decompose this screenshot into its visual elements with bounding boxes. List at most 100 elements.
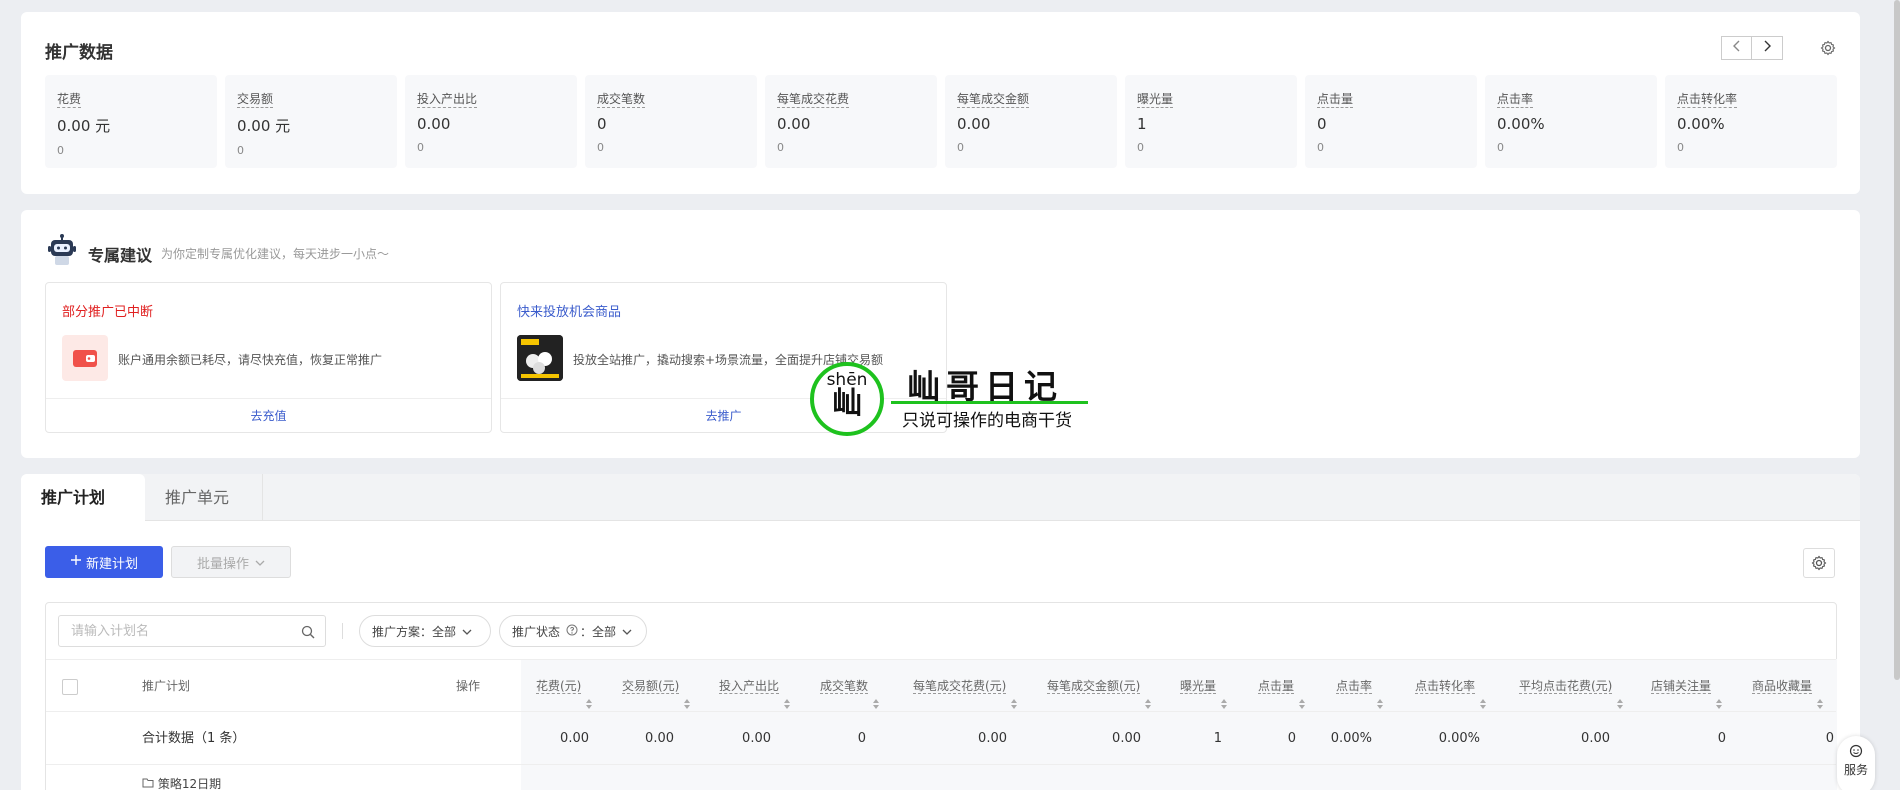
metric-value: 0.00 <box>417 115 451 133</box>
col-avg-cpc[interactable]: 平均点击花费(元) <box>1519 660 1624 713</box>
table-row-total: 合计数据（1 条） 0.00 0.00 0.00 0 0.00 0.00 1 0 0.00% 0.… <box>46 712 1836 765</box>
sort-icon[interactable] <box>683 680 691 709</box>
settings-gear-icon[interactable] <box>1816 36 1840 60</box>
column-label: 花费(元) <box>536 679 582 694</box>
chevron-left-icon <box>1732 40 1741 56</box>
col-orders[interactable]: 成交笔数 <box>820 660 880 713</box>
batch-actions-label: 批量操作 <box>196 556 249 572</box>
advice-subtitle: 为你定制专属优化建议，每天进步一小点～ <box>161 247 390 261</box>
metric-label[interactable]: 每笔成交金额 <box>957 92 1030 108</box>
metric-value: 1 <box>1137 115 1147 133</box>
customer-service-button[interactable]: 服务 <box>1837 736 1875 790</box>
metric-value: 0.00% <box>1497 115 1545 133</box>
col-amount-per-order[interactable]: 每笔成交金额(元) <box>1047 660 1152 713</box>
sort-icon[interactable] <box>1144 680 1152 709</box>
divider <box>342 623 343 639</box>
next-page-button[interactable] <box>1752 36 1783 60</box>
col-op: 操作 <box>456 679 481 693</box>
metrics-pager <box>1721 36 1783 60</box>
metric-label[interactable]: 点击转化率 <box>1677 92 1738 108</box>
advice-heading: 快来投放机会商品 <box>517 305 622 320</box>
recharge-link[interactable]: 去充值 <box>46 398 491 432</box>
batch-actions-button[interactable]: 批量操作 <box>171 546 291 578</box>
sort-icon[interactable] <box>783 680 791 709</box>
metric-label[interactable]: 每笔成交花费 <box>777 92 850 108</box>
metric-value: 0 <box>597 115 607 133</box>
advice-item-recharge: 部分推广已中断 账户通用余额已耗尽，请尽快充值，恢复正常推广 去充值 <box>45 282 492 433</box>
folder-icon <box>142 777 158 790</box>
total-cell-gmv: 0.00 <box>645 731 674 746</box>
metric-value: 0.00 元 <box>237 117 291 135</box>
col-gmv[interactable]: 交易额(元) <box>622 660 691 713</box>
metric-tile: 投入产出比 0.00 0 <box>405 75 577 168</box>
metric-tile: 交易额 0.00 元 0 <box>225 75 397 168</box>
metric-tile: 点击量 0 0 <box>1305 75 1477 168</box>
new-plan-button[interactable]: 新建计划 <box>45 546 163 578</box>
table-row[interactable]: 策略12日期 <box>142 775 221 790</box>
metrics-row: 花费 0.00 元 0 交易额 0.00 元 0 投入产出比 0.00 0 成交笔数 0 0 每笔成交花… <box>45 75 1837 168</box>
total-row-label: 合计数据（1 条） <box>142 731 246 746</box>
total-cell-orders: 0 <box>857 731 866 746</box>
robot-icon <box>47 234 77 266</box>
col-clicks[interactable]: 点击量 <box>1258 660 1306 713</box>
col-impressions[interactable]: 曝光量 <box>1180 660 1228 713</box>
sort-icon[interactable] <box>1376 680 1384 709</box>
total-cell-cost: 0.00 <box>560 731 589 746</box>
metric-label[interactable]: 点击率 <box>1497 92 1534 108</box>
metric-compare: 0 <box>237 144 244 157</box>
sort-icon[interactable] <box>872 680 880 709</box>
column-label: 每笔成交花费(元) <box>913 679 1007 694</box>
metric-tile: 点击率 0.00% 0 <box>1485 75 1657 168</box>
sort-icon[interactable] <box>585 680 593 709</box>
sort-icon[interactable] <box>1816 680 1824 709</box>
smile-icon <box>1837 744 1875 761</box>
chevron-down-icon <box>622 624 632 638</box>
service-label: 服务 <box>1843 763 1868 777</box>
plan-search <box>58 615 326 647</box>
sort-icon[interactable] <box>1010 680 1018 709</box>
sort-icon[interactable] <box>1616 680 1624 709</box>
col-cvr[interactable]: 点击转化率 <box>1415 660 1487 713</box>
status-filter-value: ：全部 <box>580 624 617 639</box>
col-ctr[interactable]: 点击率 <box>1336 660 1384 713</box>
select-all-checkbox[interactable] <box>62 679 78 695</box>
metric-label[interactable]: 交易额 <box>237 92 274 108</box>
metric-tile: 每笔成交金额 0.00 0 <box>945 75 1117 168</box>
page-scrollbar[interactable] <box>1894 0 1900 680</box>
chevron-down-icon <box>462 624 472 638</box>
col-roi[interactable]: 投入产出比 <box>719 660 791 713</box>
help-circle-icon[interactable] <box>566 624 578 639</box>
advice-desc: 账户通用余额已耗尽，请尽快充值，恢复正常推广 <box>118 353 383 367</box>
col-fav[interactable]: 商品收藏量 <box>1752 660 1824 713</box>
col-cost[interactable]: 花费(元) <box>536 660 593 713</box>
metric-value: 0 <box>1317 115 1327 133</box>
metric-label[interactable]: 花费 <box>57 92 82 108</box>
promo-data-card: 推广数据 花费 0.00 元 0 交易额 0.00 元 0 投入产出比 0.00 0 成交笔数 0 0… <box>21 12 1860 194</box>
watermark-logo: shēn 屾 <box>810 362 884 436</box>
tab-units[interactable]: 推广单元 <box>145 474 263 521</box>
status-filter[interactable]: 推广状态 ：全部 <box>499 615 647 647</box>
table-settings-gear-icon[interactable] <box>1803 548 1835 578</box>
sort-icon[interactable] <box>1298 680 1306 709</box>
metric-label[interactable]: 点击量 <box>1317 92 1354 108</box>
sort-icon[interactable] <box>1479 680 1487 709</box>
tab-plans[interactable]: 推广计划 <box>21 474 145 522</box>
watermark-underline <box>891 401 1088 404</box>
search-icon[interactable] <box>301 624 315 643</box>
metric-label[interactable]: 成交笔数 <box>597 92 646 108</box>
sort-icon[interactable] <box>1715 680 1723 709</box>
sort-icon[interactable] <box>1220 680 1228 709</box>
metric-label[interactable]: 曝光量 <box>1137 92 1174 108</box>
metric-tile: 每笔成交花费 0.00 0 <box>765 75 937 168</box>
prev-page-button[interactable] <box>1721 36 1752 60</box>
plan-search-input[interactable] <box>59 616 289 646</box>
col-cost-per-order[interactable]: 每笔成交花费(元) <box>913 660 1018 713</box>
plan-tabs: 推广计划 推广单元 <box>21 474 1860 522</box>
column-label: 投入产出比 <box>719 679 780 694</box>
advice-heading: 部分推广已中断 <box>62 305 154 320</box>
scheme-filter[interactable]: 推广方案：全部 <box>359 615 491 647</box>
new-plan-label: 新建计划 <box>85 556 138 572</box>
metric-compare: 0 <box>1317 141 1324 154</box>
metric-label[interactable]: 投入产出比 <box>417 92 478 108</box>
col-shop-follows[interactable]: 店铺关注量 <box>1651 660 1723 713</box>
